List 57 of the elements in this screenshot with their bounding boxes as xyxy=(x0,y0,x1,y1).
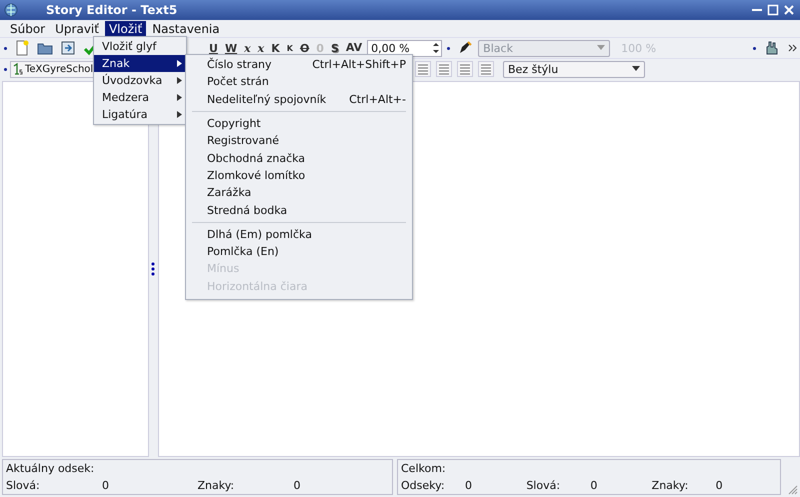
status-label: Znaky: xyxy=(198,479,236,492)
menu-item[interactable]: Znak xyxy=(94,55,186,72)
toolbar-handle[interactable] xyxy=(4,46,7,50)
menu-item[interactable]: Copyright xyxy=(186,114,412,132)
status-value: 0 xyxy=(294,479,300,492)
menu-item[interactable]: Vložiť xyxy=(104,20,146,36)
strikethrough-button[interactable]: O xyxy=(298,40,312,56)
status-value: 0 xyxy=(590,479,598,492)
spin-arrows-icon[interactable] xyxy=(431,40,442,56)
menu-item[interactable]: Upraviť xyxy=(51,20,103,36)
shadow-button[interactable]: S xyxy=(328,40,341,56)
maximize-icon[interactable] xyxy=(766,3,780,17)
status-value: 0 xyxy=(716,479,723,492)
menu-item[interactable]: Vložiť glyf xyxy=(94,38,186,55)
status-title: Celkom: xyxy=(401,462,447,475)
status-value: 0 xyxy=(102,479,109,492)
subscript-button[interactable]: x xyxy=(242,40,253,56)
menu-item[interactable]: Zarážka xyxy=(186,184,412,202)
status-label: Odseky: xyxy=(401,479,446,492)
menu-item[interactable]: Nastavenia xyxy=(148,20,224,36)
status-value: 0 xyxy=(465,479,472,492)
caps-button[interactable]: K xyxy=(269,40,282,56)
menu-item[interactable]: Zlomkové lomítko xyxy=(186,166,412,184)
menu-item[interactable]: Číslo strany Ctrl+Alt+Shift+P xyxy=(186,56,412,74)
menu-item[interactable]: Obchodná značka xyxy=(186,149,412,167)
menu-item[interactable]: Medzera xyxy=(94,89,186,106)
dropdown-arrow-icon[interactable] xyxy=(632,66,640,72)
chevron-icon[interactable] xyxy=(788,43,798,53)
menu-item[interactable]: Dlhá (Em) pomlčka xyxy=(186,226,412,243)
status-label: Slová: xyxy=(6,479,41,492)
menu-item[interactable]: Nedeliteľný spojovník Ctrl+Alt+- xyxy=(186,90,412,108)
underline-button[interactable]: U xyxy=(207,40,220,56)
small-caps-button[interactable]: K xyxy=(284,40,295,56)
superscript-button[interactable]: x xyxy=(256,40,266,56)
tracking-field[interactable]: 0,00 % xyxy=(367,40,442,56)
window-title: Story Editor - Text5 xyxy=(46,3,178,17)
underline-button[interactable]: W xyxy=(222,40,240,56)
new-document-icon[interactable] xyxy=(14,40,30,56)
menu-item[interactable]: Pomlčka (En) xyxy=(186,242,412,260)
globe-icon[interactable] xyxy=(4,3,18,17)
status-title: Aktuálny odsek: xyxy=(6,462,96,475)
menu-item[interactable]: Počet strán xyxy=(186,73,412,91)
toolbar-handle[interactable] xyxy=(753,46,756,50)
resize-grip-icon[interactable] xyxy=(788,485,798,495)
toolbar-handle[interactable] xyxy=(4,68,7,70)
pen-icon[interactable] xyxy=(457,40,474,56)
status-label: Slová: xyxy=(526,479,562,492)
close-icon[interactable] xyxy=(782,3,796,17)
font-type-icon[interactable] xyxy=(13,63,23,75)
menu-item[interactable]: Súbor xyxy=(6,20,50,36)
style-dropdown[interactable]: Bez štýlu xyxy=(503,60,645,78)
splitter-handle-icon[interactable] xyxy=(151,262,155,276)
menu-item[interactable]: Ligatúra xyxy=(94,106,186,123)
menu-item[interactable]: Registrované xyxy=(186,132,412,150)
menu-item[interactable]: Stredná bodka xyxy=(186,201,412,219)
toolbar-handle[interactable] xyxy=(447,46,450,50)
status-label: Znaky: xyxy=(652,479,690,492)
